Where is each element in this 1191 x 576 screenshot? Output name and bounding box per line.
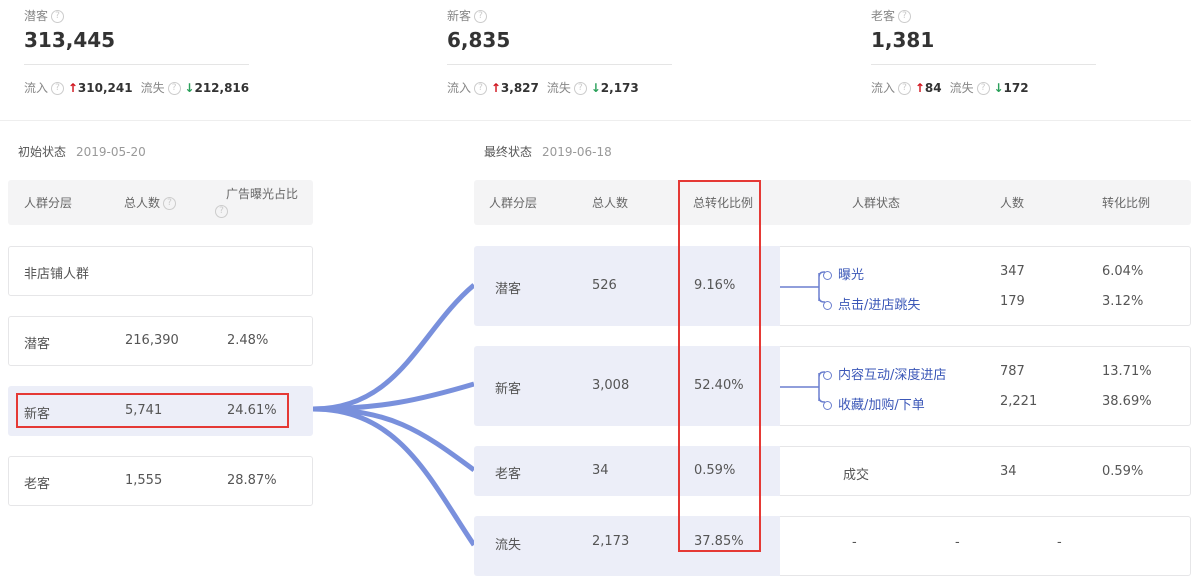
tree-connector (780, 271, 825, 303)
segment-name[interactable]: 老客 (495, 463, 521, 482)
state-count: - (955, 535, 960, 550)
state-ratio: - (1057, 535, 1062, 550)
col-total: 总人数 (592, 196, 629, 210)
col-state: 人群状态 (852, 196, 901, 210)
node-icon (823, 401, 832, 410)
segment-count: 3,008 (592, 378, 630, 393)
state-name[interactable]: 曝光 (838, 268, 864, 283)
tree-connector (780, 371, 825, 403)
state-ratio: 38.69% (1102, 394, 1152, 409)
col-conversion: 转化比例 (1102, 196, 1151, 210)
state-name[interactable]: 收藏/加购/下单 (838, 398, 925, 413)
col-segment: 人群分层 (489, 196, 538, 210)
col-count: 人数 (1000, 196, 1025, 210)
node-icon (823, 301, 832, 310)
state-name[interactable]: 点击/进店跳失 (838, 298, 920, 313)
segment-name[interactable]: 新客 (495, 378, 521, 397)
final-title: 最终状态 2019-06-18 (484, 145, 612, 159)
state-name[interactable]: 内容互动/深度进店 (838, 368, 946, 383)
flow-to-lost (312, 406, 477, 547)
highlight-column-box (678, 180, 761, 552)
segment-name[interactable]: 潜客 (495, 278, 521, 297)
final-substates: 内容互动/深度进店 787 13.71% 收藏/加购/下单 2,221 38.6… (780, 346, 1191, 426)
state-count: 347 (1000, 264, 1025, 279)
state-count: 34 (1000, 464, 1017, 479)
state-count: 787 (1000, 364, 1025, 379)
state-ratio: 3.12% (1102, 294, 1144, 309)
segment-name[interactable]: 流失 (495, 534, 521, 553)
segment-count: 34 (592, 463, 609, 478)
final-substates: - - - (780, 516, 1191, 576)
node-icon (823, 371, 832, 380)
state-count: 2,221 (1000, 394, 1038, 409)
node-icon (823, 271, 832, 280)
state-ratio: 13.71% (1102, 364, 1152, 379)
segment-count: 2,173 (592, 534, 630, 549)
state-ratio: 6.04% (1102, 264, 1144, 279)
final-substates: 成交 34 0.59% (780, 446, 1191, 496)
state-count: 179 (1000, 294, 1025, 309)
final-header: 人群分层 总人数 总转化比例 人群状态 人数 转化比例 (474, 180, 1191, 225)
state-name[interactable]: 成交 (843, 464, 869, 483)
final-substates: 曝光 347 6.04% 点击/进店跳失 179 3.12% (780, 246, 1191, 326)
state-name: - (852, 535, 857, 550)
final-date: 2019-06-18 (542, 145, 612, 159)
segment-count: 526 (592, 278, 617, 293)
state-ratio: 0.59% (1102, 464, 1144, 479)
